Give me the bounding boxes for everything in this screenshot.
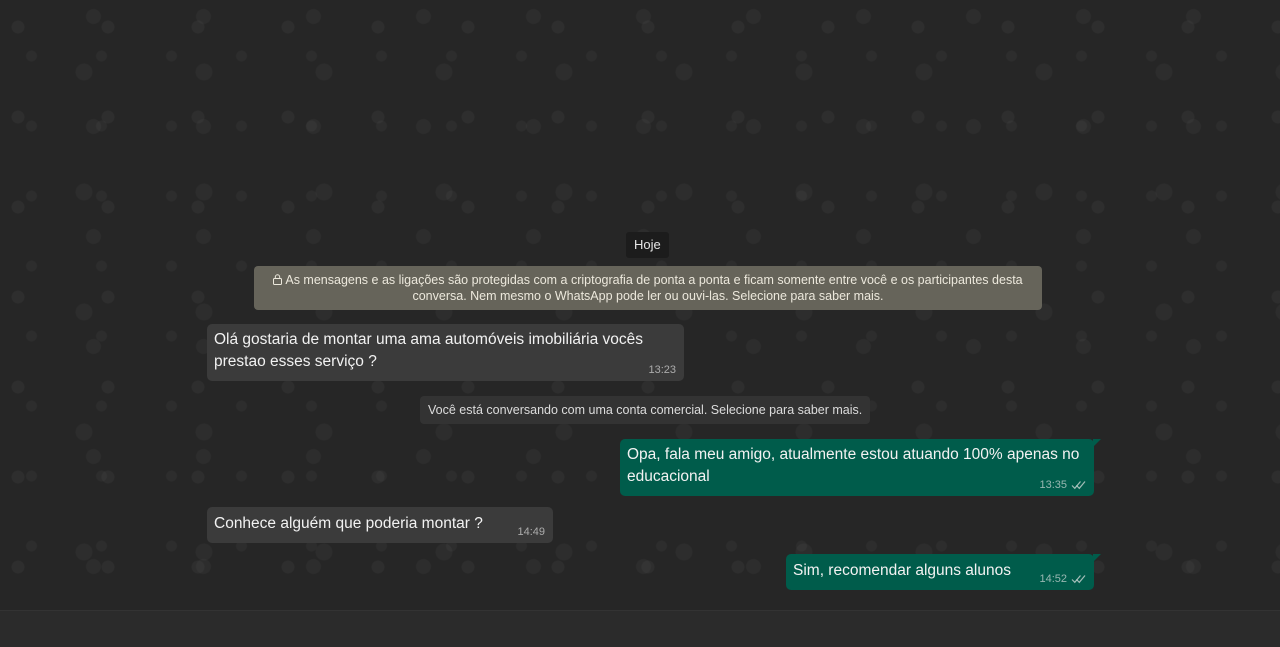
message-meta: 13:23 (648, 363, 676, 377)
message-bubble-incoming[interactable]: Conhece alguém que poderia montar ? 14:4… (207, 507, 553, 543)
lock-icon (273, 274, 283, 285)
business-account-notice[interactable]: Você está conversando com uma conta come… (420, 396, 871, 424)
message-text: Opa, fala meu amigo, atualmente estou at… (627, 446, 1080, 485)
encryption-notice[interactable]: As mensagens e as ligações são protegida… (254, 266, 1042, 310)
bubble-tail (1093, 554, 1101, 562)
message-time: 14:52 (1039, 573, 1067, 585)
message-time: 13:35 (1039, 479, 1067, 491)
message-text: Olá gostaria de montar uma ama automóvei… (214, 331, 644, 370)
double-check-icon (1071, 575, 1086, 584)
message-time: 13:23 (648, 364, 676, 376)
bubble-tail (1093, 439, 1101, 447)
encryption-notice-text: As mensagens e as ligações são protegida… (285, 273, 1023, 303)
message-meta: 13:35 (1039, 478, 1086, 492)
date-divider: Hoje (626, 232, 669, 258)
double-check-icon (1071, 481, 1086, 490)
message-bubble-outgoing[interactable]: Opa, fala meu amigo, atualmente estou at… (620, 439, 1101, 496)
message-time: 14:49 (517, 526, 545, 538)
message-bubble-outgoing[interactable]: Sim, recomendar alguns alunos 14:52 (786, 554, 1101, 590)
chat-area[interactable]: Hoje As mensagens e as ligações são prot… (0, 0, 1280, 610)
message-meta: 14:52 (1039, 572, 1086, 586)
compose-bar[interactable] (0, 610, 1280, 647)
message-bubble-incoming[interactable]: Olá gostaria de montar uma ama automóvei… (207, 324, 684, 381)
message-meta: 14:49 (517, 525, 545, 539)
message-text: Conhece alguém que poderia montar ? (214, 515, 483, 532)
